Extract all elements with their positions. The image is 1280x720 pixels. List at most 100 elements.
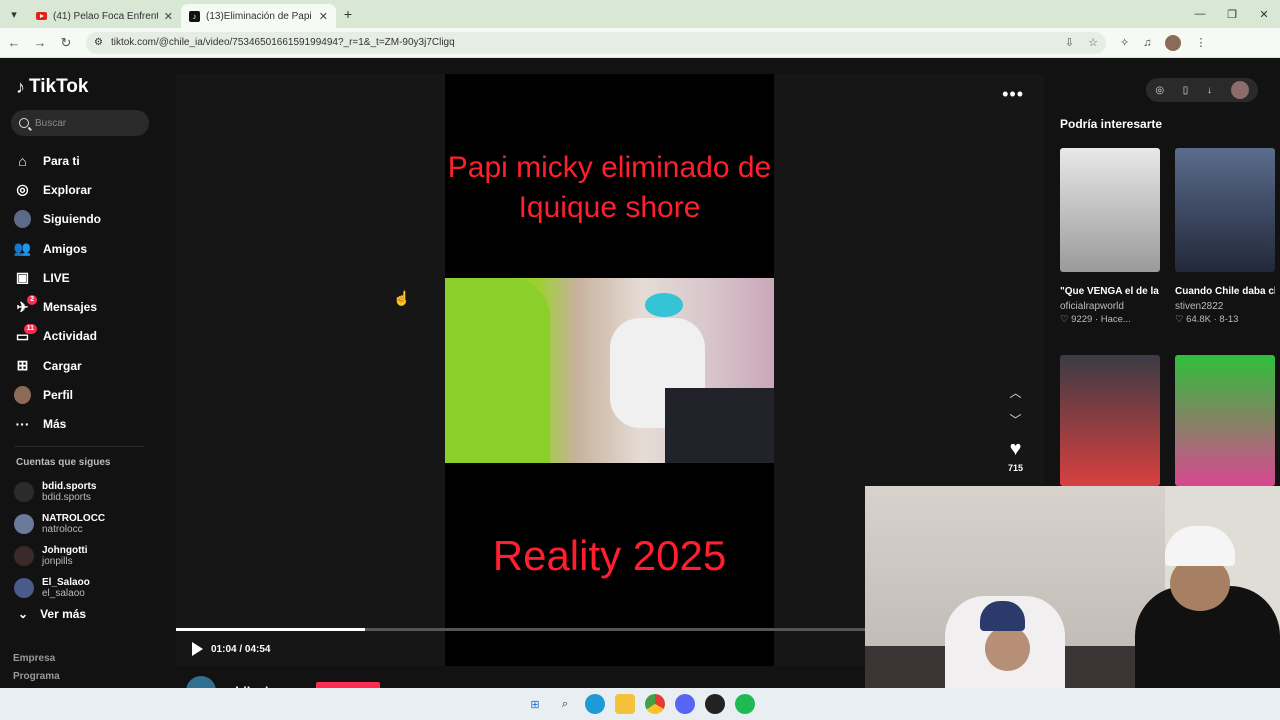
nav-para-ti[interactable]: ⌂ Para ti [14, 146, 164, 175]
suggestion-title: "Que VENGA el de la CAMARITA" 😵🧊... [1060, 286, 1160, 297]
account-avatar [14, 514, 34, 534]
activity-badge: 11 [23, 323, 37, 334]
footer-link-programa[interactable]: Programa [13, 668, 60, 686]
close-tab-icon[interactable]: ✕ [164, 10, 173, 23]
more-options-icon[interactable]: ••• [1002, 84, 1024, 105]
suggestion-thumbnail [1060, 355, 1160, 486]
tab-search-icon[interactable]: ▾ [0, 0, 28, 28]
nav-amigos[interactable]: 👥 Amigos [14, 234, 164, 263]
nav-cargar[interactable]: ⊞ Cargar [14, 351, 164, 380]
account-name: NATROLOCC [42, 513, 106, 524]
sidebar-nav: ⌂ Para ti ◎ Explorar Siguiendo 👥 Amigos ▣ LI… [14, 146, 164, 439]
download-icon[interactable]: ↓ [1207, 85, 1212, 96]
chrome-icon[interactable] [645, 694, 665, 714]
spotify-icon[interactable] [735, 694, 755, 714]
following-account[interactable]: Johngotti jonpills [14, 540, 105, 572]
nav-explorar[interactable]: ◎ Explorar [14, 175, 164, 204]
nav-label: Actividad [43, 329, 98, 344]
nav-mensajes[interactable]: ✈ 2 Mensajes [14, 292, 164, 321]
media-icon[interactable]: ♫ [1143, 37, 1151, 49]
top-icons-bar: ◎ ▯ ↓ [1146, 78, 1258, 102]
tab-1[interactable]: (41) Pelao Foca Enfrent@ a pap ✕ [28, 4, 181, 28]
close-window-icon[interactable]: ✕ [1248, 8, 1280, 21]
account-avatar [14, 578, 34, 598]
following-account[interactable]: bdid.sports bdid.sports [14, 476, 105, 508]
like-count: 715 [1008, 463, 1024, 473]
url-text: tiktok.com/@chile_ia/video/7534650166159… [110, 37, 455, 48]
video-caption-bottom: Reality 2025 [492, 532, 727, 579]
tiktok-logo-icon: ♪ [16, 76, 25, 97]
messages-icon: ✈ 2 [14, 294, 37, 316]
suggestion-card[interactable] [1060, 355, 1160, 486]
nav-mas[interactable]: ··· Más [14, 410, 164, 439]
discord-icon[interactable] [675, 694, 695, 714]
suggestion-card[interactable]: "Que VENGA el de la CAMARITA" 😵🧊... ofic… [1060, 148, 1160, 325]
chevron-up-icon[interactable]: ︿ [1010, 384, 1022, 401]
nav-label: Perfil [43, 388, 74, 403]
suggestion-thumbnail [1175, 355, 1275, 486]
chevron-down-icon: ⌄ [18, 607, 29, 621]
account-name: Johngotti [42, 545, 88, 556]
video-time: 01:04 / 04:54 [211, 643, 271, 655]
nav-label: Mensajes [43, 300, 98, 315]
search-input[interactable] [35, 117, 135, 129]
url-field[interactable]: ⚙ tiktok.com/@chile_ia/video/75346501661… [86, 31, 1106, 54]
youtube-icon [36, 12, 47, 20]
suggestion-meta: ♡ 9229 · Hace... [1060, 314, 1131, 325]
edge-icon[interactable] [585, 694, 605, 714]
windows-start-icon[interactable]: ⊞ [525, 694, 545, 714]
back-icon[interactable]: ← [2, 35, 26, 50]
compass-icon: ◎ [16, 181, 29, 198]
forward-icon[interactable]: → [28, 35, 52, 50]
user-avatar[interactable] [1230, 81, 1249, 99]
app-icon[interactable] [705, 694, 725, 714]
suggestion-user: stiven2822 [1175, 301, 1224, 312]
following-list: bdid.sports bdid.sports NATROLOCC natroloc… [14, 476, 105, 604]
search-box[interactable] [11, 110, 149, 136]
minimize-icon[interactable]: — [1184, 8, 1216, 21]
search-icon[interactable]: ⌕ [555, 694, 575, 714]
suggestion-thumbnail [1060, 148, 1160, 272]
suggestion-card[interactable]: Cuando Chile daba clases en la Godlev...… [1175, 148, 1275, 325]
reload-icon[interactable]: ↻ [54, 35, 78, 51]
nav-perfil[interactable]: Perfil [14, 380, 164, 409]
tab-1-title: (41) Pelao Foca Enfrent@ a pap [53, 10, 158, 22]
new-tab-icon[interactable]: + [336, 6, 360, 22]
video-scene-image [445, 278, 774, 463]
install-app-icon[interactable]: ⇩ [1065, 36, 1074, 49]
extensions-icon[interactable]: ✧ [1120, 36, 1129, 49]
site-info-icon[interactable]: ⚙ [94, 37, 103, 48]
following-account[interactable]: El_Salaoo el_salaoo [14, 572, 105, 604]
suggestion-card[interactable] [1175, 355, 1275, 486]
device-icon[interactable]: ▯ [1183, 85, 1189, 96]
following-account[interactable]: NATROLOCC natrolocc [14, 508, 105, 540]
chevron-down-icon[interactable]: ﹀ [1010, 411, 1022, 428]
bookmark-star-icon[interactable]: ☆ [1088, 36, 1098, 49]
restore-icon[interactable]: ❐ [1216, 8, 1248, 21]
folder-icon[interactable] [615, 694, 635, 714]
tab-2[interactable]: ♪ (13)Eliminación de Papi Micky d ✕ [181, 4, 336, 28]
nav-live[interactable]: ▣ LIVE [14, 263, 164, 292]
footer-link-empresa[interactable]: Empresa [13, 650, 60, 668]
activity-icon: ▭ 11 [14, 323, 37, 345]
like-heart-icon[interactable]: ♥ [1010, 438, 1022, 461]
upload-icon: ⊞ [16, 357, 29, 374]
close-tab-icon[interactable]: ✕ [319, 10, 328, 23]
video-controls: 01:04 / 04:54 [192, 642, 271, 656]
tab-2-title: (13)Eliminación de Papi Micky d [206, 10, 313, 22]
logo-text: TikTok [29, 76, 89, 97]
windows-taskbar: ⊞ ⌕ [0, 688, 1280, 720]
play-icon[interactable] [192, 642, 203, 656]
nav-actividad[interactable]: ▭ 11 Actividad [14, 322, 164, 351]
nav-label: Amigos [43, 241, 88, 256]
nav-label: Más [43, 417, 67, 432]
profile-avatar[interactable] [1165, 34, 1182, 51]
ver-mas-button[interactable]: ⌄ Ver más [18, 607, 86, 621]
tiktok-logo[interactable]: ♪ TikTok [16, 76, 88, 98]
coin-icon[interactable]: ◎ [1155, 85, 1164, 96]
more-icon: ··· [15, 416, 30, 433]
divider [14, 446, 144, 447]
browser-menu-icon[interactable]: ⋮ [1195, 36, 1206, 49]
nav-siguiendo[interactable]: Siguiendo [14, 205, 164, 234]
suggestions-title: Podría interesarte [1060, 117, 1163, 131]
